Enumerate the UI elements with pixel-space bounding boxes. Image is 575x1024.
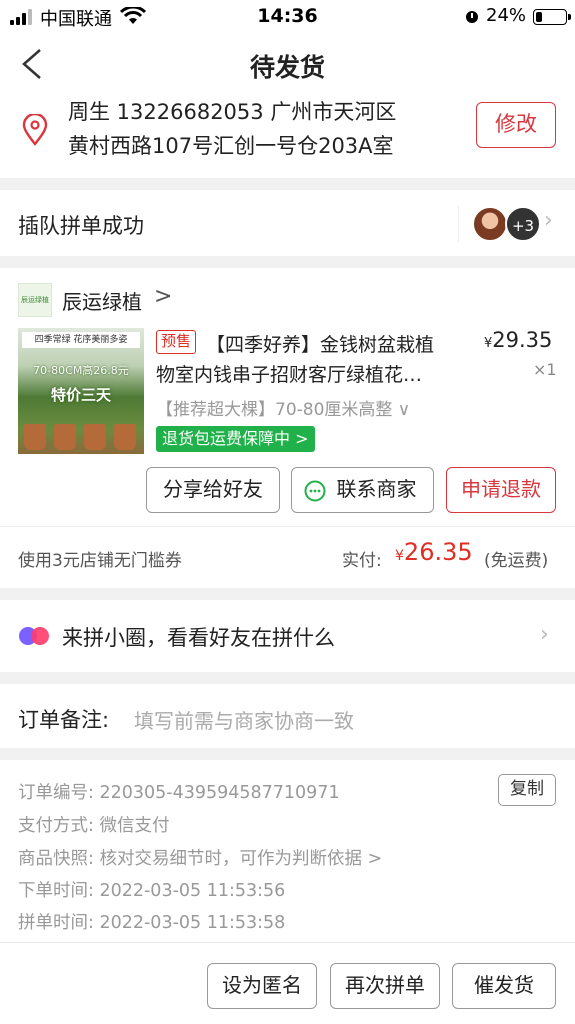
modify-address-button[interactable]: 修改 xyxy=(476,102,556,148)
coupon-info: 使用3元店铺无门槛券 xyxy=(18,551,182,571)
group-status-label: 插队拼单成功 xyxy=(18,214,144,238)
urge-shipping-button[interactable]: 催发货 xyxy=(452,963,556,1009)
address-detail: 黄村西路107号汇创一号仓203A室 xyxy=(68,134,394,158)
product-price: ¥29.35 xyxy=(484,328,553,352)
remark-label: 订单备注: xyxy=(18,708,110,732)
product-title[interactable]: 【四季好养】金钱树盆栽植 xyxy=(206,330,434,357)
order-remark-row[interactable]: 订单备注: 填写前需与商家协商一致 xyxy=(0,684,575,748)
address-card[interactable]: 周生 13226682053 广州市天河区 黄村西路107号汇创一号仓203A室… xyxy=(0,96,575,178)
status-bar: 中国联通 14:36 24% xyxy=(0,0,575,32)
group-time: 拼单时间: 2022-03-05 11:53:58 xyxy=(18,913,286,933)
regroup-button[interactable]: 再次拼单 xyxy=(330,963,440,1009)
share-button[interactable]: 分享给好友 xyxy=(146,467,280,513)
order-time: 下单时间: 2022-03-05 11:53:56 xyxy=(18,881,286,901)
contact-merchant-button[interactable]: 联系商家 xyxy=(291,467,434,513)
contact-merchant-label: 联系商家 xyxy=(336,477,417,501)
battery-percent: 24% xyxy=(486,5,527,26)
order-info-section: 订单编号: 220305-439594587710971 复制 支付方式: 微信… xyxy=(0,760,575,942)
product-quantity: ×1 xyxy=(533,360,557,379)
friends-circle-row[interactable]: 来拼小圈，看看好友在拼什么 › xyxy=(0,600,575,672)
store-logo: 辰运绿植 xyxy=(18,283,52,317)
copy-button[interactable]: 复制 xyxy=(498,774,556,806)
product-title[interactable]: 物室内钱串子招财客厅绿植花… xyxy=(156,360,422,387)
image-caption: 四季常绿 花序美丽多姿 xyxy=(22,332,140,348)
alarm-icon xyxy=(466,11,478,23)
page-title: 待发货 xyxy=(249,53,325,82)
paid-label: 实付: xyxy=(342,551,382,571)
remark-input[interactable]: 填写前需与商家协商一致 xyxy=(134,705,354,734)
nav-header: 待发货 xyxy=(0,32,575,96)
friends-circle-label: 来拼小圈，看看好友在拼什么 xyxy=(62,626,335,650)
refund-button[interactable]: 申请退款 xyxy=(446,467,556,513)
chat-icon xyxy=(304,480,326,502)
friends-circle-icon xyxy=(19,627,49,645)
group-status-row[interactable]: 插队拼单成功 +3 › xyxy=(0,190,575,256)
presale-badge: 预售 xyxy=(156,330,197,354)
payment-method: 支付方式: 微信支付 xyxy=(18,816,170,836)
return-shipping-guarantee-badge[interactable]: 退货包运费保障中 > xyxy=(156,426,315,452)
location-pin-icon xyxy=(22,114,48,146)
paid-amount: ¥26.35 xyxy=(395,538,473,566)
chevron-right-icon: › xyxy=(544,208,553,233)
image-caption: 特价三天 xyxy=(50,386,111,404)
anonymous-button[interactable]: 设为匿名 xyxy=(207,963,317,1009)
bottom-action-bar: 设为匿名 再次拼单 催发货 xyxy=(0,942,575,1024)
product-image[interactable]: 四季常绿 花序美丽多姿 70-80CM高26.8元 特价三天 xyxy=(18,328,144,454)
image-caption: 70-80CM高26.8元 xyxy=(33,364,129,377)
divider xyxy=(0,526,575,527)
product-snapshot-link[interactable]: 商品快照: 核对交易细节时，可作为判断依据 > xyxy=(18,845,382,870)
store-chevron-icon[interactable]: > xyxy=(154,284,172,309)
product-spec: 【推荐超大棵】70-80厘米高整 ∨ xyxy=(156,400,411,420)
address-contact: 周生 13226682053 广州市天河区 xyxy=(68,100,397,124)
group-member-count: +3 xyxy=(505,206,541,242)
battery-icon xyxy=(533,9,571,25)
chevron-right-icon: › xyxy=(540,622,549,647)
store-name[interactable]: 辰运绿植 xyxy=(62,286,142,315)
order-product-card: 辰运绿植 辰运绿植 > 四季常绿 花序美丽多姿 70-80CM高26.8元 特价… xyxy=(0,268,575,588)
order-number: 订单编号: 220305-439594587710971 xyxy=(18,783,340,803)
shipping-fee-note: (免运费) xyxy=(484,551,549,571)
avatar xyxy=(472,206,508,242)
